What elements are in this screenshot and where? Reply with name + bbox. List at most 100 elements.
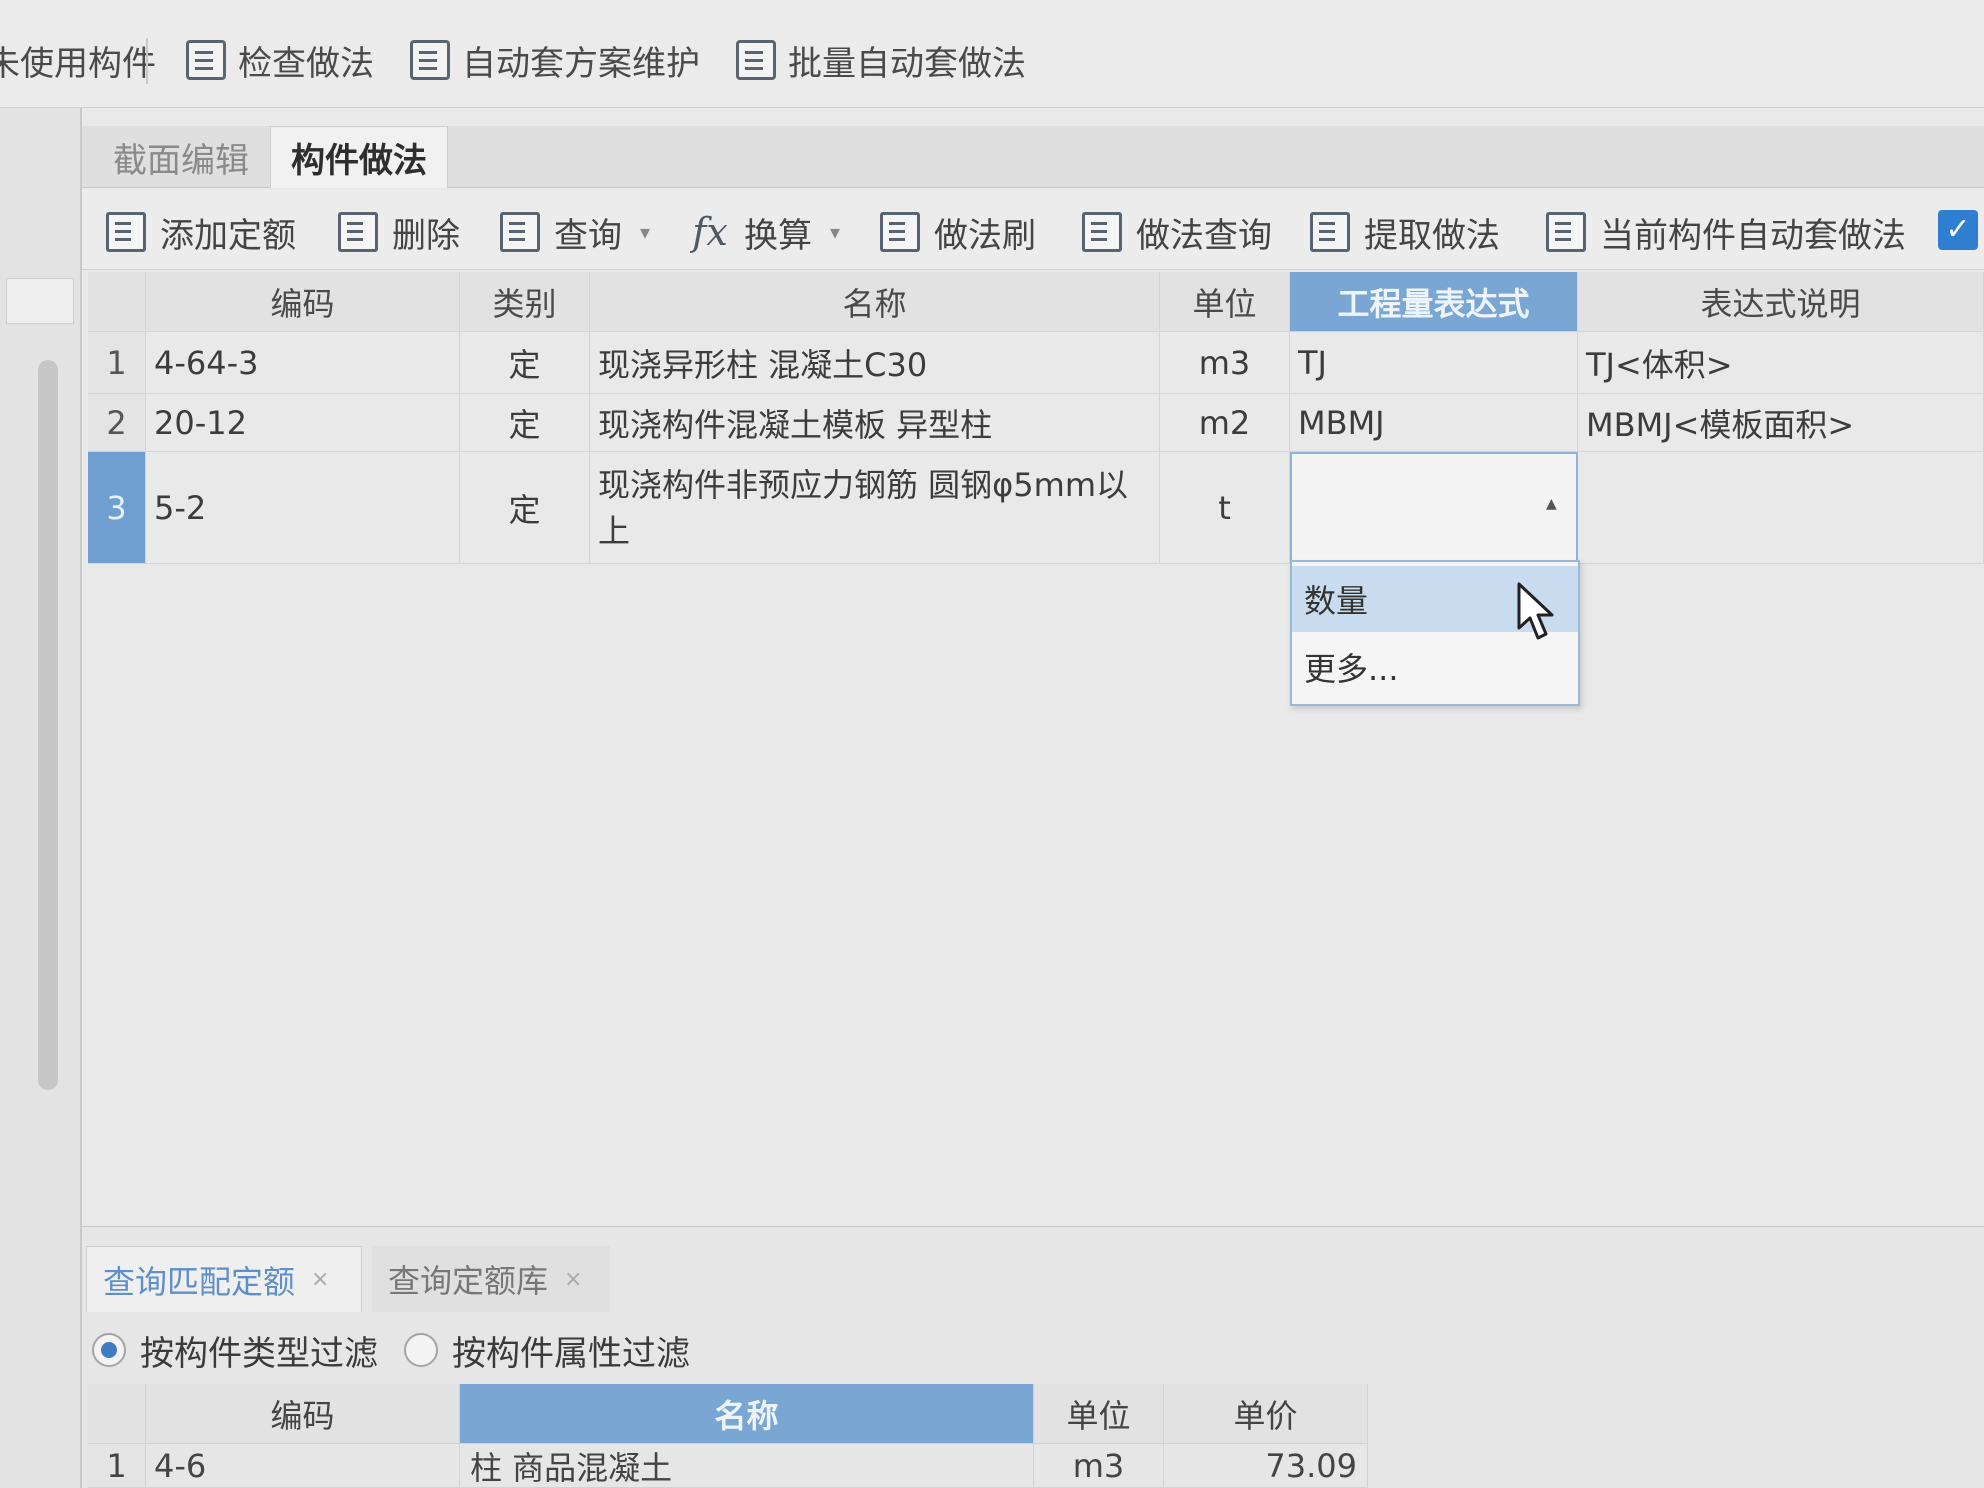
tab-match-quota[interactable]: 查询匹配定额 × bbox=[86, 1246, 362, 1312]
header-description[interactable]: 表达式说明 bbox=[1578, 272, 1984, 332]
checkbox-icon[interactable]: ✓ bbox=[1938, 210, 1978, 250]
convert-button[interactable]: fx 换算 ▾ bbox=[690, 204, 840, 260]
method-query-button[interactable]: 做法查询 bbox=[1082, 204, 1272, 260]
extract-method-button[interactable]: 提取做法 bbox=[1310, 204, 1500, 260]
method-brush-button[interactable]: 做法刷 bbox=[880, 204, 1036, 260]
settings-doc-icon bbox=[410, 40, 450, 80]
toolbar-auto-scheme[interactable]: 自动套方案维护 bbox=[410, 30, 700, 90]
check-method-label: 检查做法 bbox=[238, 43, 374, 84]
cell-name[interactable]: 现浇异形柱 混凝土C30 bbox=[590, 332, 1160, 394]
cell-description[interactable]: MBMJ<模板面积> bbox=[1578, 394, 1984, 452]
filter-by-attribute-radio[interactable]: 按构件属性过滤 bbox=[404, 1330, 690, 1374]
convert-dropdown-caret-icon[interactable]: ▾ bbox=[830, 220, 840, 244]
cell-price[interactable]: 73.09 bbox=[1164, 1444, 1368, 1488]
header-unit[interactable]: 单位 bbox=[1034, 1384, 1164, 1444]
row-number: 3 bbox=[88, 452, 146, 564]
left-scrollbar[interactable] bbox=[38, 360, 58, 1090]
cell-unit[interactable]: t bbox=[1160, 452, 1290, 564]
method-query-label: 做法查询 bbox=[1136, 215, 1272, 256]
toolbar-batch-auto[interactable]: 批量自动套做法 bbox=[736, 30, 1026, 90]
cell-expression[interactable]: MBMJ bbox=[1290, 394, 1578, 452]
cell-name[interactable]: 现浇构件非预应力钢筋 圆钢φ5mm以上 bbox=[590, 452, 1130, 564]
checklist-icon bbox=[186, 40, 226, 80]
tab-component-method[interactable]: 构件做法 bbox=[270, 126, 448, 188]
batch-icon bbox=[736, 40, 776, 80]
cell-code[interactable]: 4-6 bbox=[146, 1444, 460, 1488]
dropdown-caret-icon[interactable]: ▲ bbox=[1546, 496, 1557, 512]
method-brush-label: 做法刷 bbox=[934, 215, 1036, 256]
filter-by-type-label: 按构件类型过滤 bbox=[140, 1333, 378, 1374]
unused-components-label: 未使用构件 bbox=[0, 43, 156, 84]
header-expression[interactable]: 工程量表达式 bbox=[1290, 272, 1578, 332]
header-code[interactable]: 编码 bbox=[146, 272, 460, 332]
filter-by-type-radio[interactable]: 按构件类型过滤 bbox=[92, 1330, 378, 1374]
header-name[interactable]: 名称 bbox=[460, 1384, 1034, 1444]
cell-description[interactable]: TJ<体积> bbox=[1578, 332, 1984, 394]
fx-icon: fx bbox=[692, 210, 728, 254]
cell-description[interactable] bbox=[1578, 452, 1984, 564]
cell-code[interactable]: 5-2 bbox=[146, 452, 460, 564]
query-label: 查询 bbox=[554, 215, 622, 256]
row-number: 2 bbox=[88, 394, 146, 452]
search-icon[interactable] bbox=[6, 278, 74, 324]
auto-apply-current-label: 当前构件自动套做法 bbox=[1600, 215, 1906, 256]
header-unit[interactable]: 单位 bbox=[1160, 272, 1290, 332]
cell-unit[interactable]: m3 bbox=[1160, 332, 1290, 394]
header-rowno bbox=[88, 1384, 146, 1444]
row-number: 1 bbox=[88, 1444, 146, 1488]
extract-icon bbox=[1310, 212, 1350, 252]
trash-icon bbox=[338, 212, 378, 252]
tab-component-method-label: 构件做法 bbox=[291, 141, 427, 181]
delete-label: 删除 bbox=[392, 215, 460, 256]
close-icon[interactable]: × bbox=[311, 1267, 329, 1292]
add-quota-label: 添加定额 bbox=[160, 215, 296, 256]
cell-name[interactable]: 柱 商品混凝土 bbox=[460, 1444, 1034, 1488]
tab-quota-library-label: 查询定额库 bbox=[388, 1262, 549, 1300]
top-toolbar: 未使用构件 检查做法 自动套方案维护 批量自动套做法 bbox=[0, 0, 1984, 108]
auto-apply-current-button[interactable]: 当前构件自动套做法 bbox=[1546, 204, 1906, 260]
tab-quota-library[interactable]: 查询定额库 × bbox=[372, 1246, 610, 1312]
delete-button[interactable]: 删除 bbox=[338, 204, 460, 260]
toolbar-unused-components[interactable]: 未使用构件 bbox=[0, 30, 156, 90]
header-price[interactable]: 单价 bbox=[1164, 1384, 1368, 1444]
convert-label: 换算 bbox=[744, 215, 812, 256]
cell-name[interactable]: 现浇构件混凝土模板 异型柱 bbox=[590, 394, 1160, 452]
extract-method-label: 提取做法 bbox=[1364, 215, 1500, 256]
cell-name-pad bbox=[1130, 452, 1160, 564]
add-quota-icon bbox=[106, 212, 146, 252]
header-category[interactable]: 类别 bbox=[460, 272, 590, 332]
tab-section-edit-label: 截面编辑 bbox=[113, 140, 249, 181]
query-button[interactable]: 查询 ▾ bbox=[500, 204, 650, 260]
cell-expression[interactable]: TJ bbox=[1290, 332, 1578, 394]
auto-scheme-label: 自动套方案维护 bbox=[462, 43, 700, 84]
tab-section-edit[interactable]: 截面编辑 bbox=[96, 126, 266, 188]
header-name[interactable]: 名称 bbox=[590, 272, 1160, 332]
close-icon[interactable]: × bbox=[564, 1267, 582, 1292]
header-code[interactable]: 编码 bbox=[146, 1384, 460, 1444]
cell-category[interactable]: 定 bbox=[460, 332, 590, 394]
cell-code[interactable]: 4-64-3 bbox=[146, 332, 460, 394]
add-quota-button[interactable]: 添加定额 bbox=[106, 204, 296, 260]
cell-unit[interactable]: m3 bbox=[1034, 1444, 1164, 1488]
cell-category[interactable]: 定 bbox=[460, 452, 590, 564]
dropdown-option-more[interactable]: 更多... bbox=[1292, 634, 1578, 700]
radio-icon bbox=[92, 1333, 126, 1367]
method-query-icon bbox=[1082, 212, 1122, 252]
cursor-arrow-icon bbox=[1517, 582, 1554, 640]
header-rowno bbox=[88, 272, 146, 332]
row-number: 1 bbox=[88, 332, 146, 394]
brush-icon bbox=[880, 212, 920, 252]
query-dropdown-caret-icon[interactable]: ▾ bbox=[640, 220, 650, 244]
cell-unit[interactable]: m2 bbox=[1160, 394, 1290, 452]
toolbar-check-method[interactable]: 检查做法 bbox=[186, 30, 374, 90]
tab-match-quota-label: 查询匹配定额 bbox=[103, 1262, 296, 1301]
cell-category[interactable]: 定 bbox=[460, 394, 590, 452]
radio-icon bbox=[404, 1333, 438, 1367]
expression-edit-combobox[interactable] bbox=[1290, 452, 1578, 562]
search-doc-icon bbox=[500, 212, 540, 252]
toolbar-separator bbox=[146, 38, 148, 84]
filter-by-attribute-label: 按构件属性过滤 bbox=[452, 1333, 690, 1374]
batch-auto-label: 批量自动套做法 bbox=[788, 43, 1026, 84]
cell-code[interactable]: 20-12 bbox=[146, 394, 460, 452]
auto-apply-icon bbox=[1546, 212, 1586, 252]
